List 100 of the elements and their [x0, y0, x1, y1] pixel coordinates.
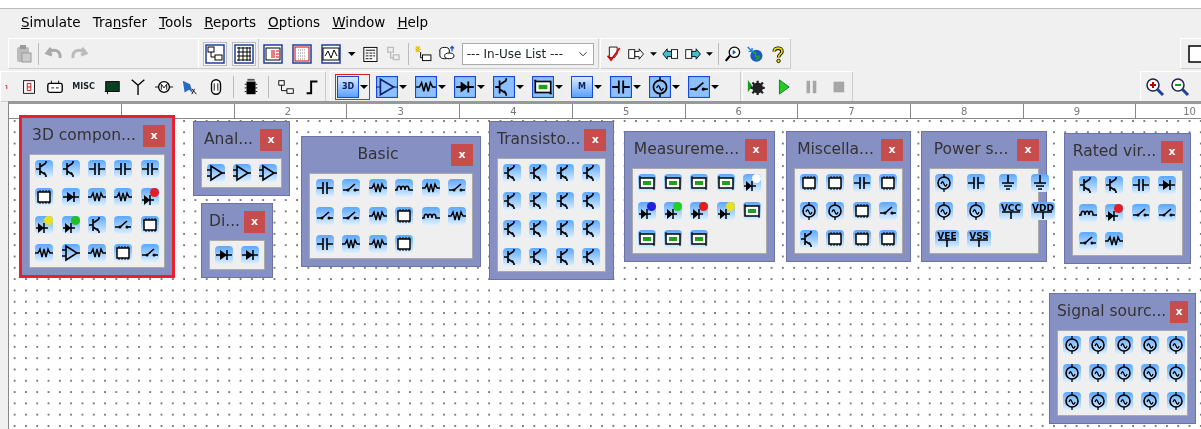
source-component-icon[interactable] — [1062, 363, 1082, 383]
resistor-component-icon[interactable] — [447, 206, 468, 226]
source-component-icon[interactable] — [1088, 391, 1108, 411]
led-component-icon[interactable] — [60, 215, 81, 235]
menu-item[interactable]: Window — [327, 9, 391, 36]
rail-component-icon[interactable]: VEE — [934, 229, 960, 249]
chip-component-icon[interactable] — [394, 234, 415, 254]
switch-component-icon[interactable] — [1130, 203, 1151, 223]
ground-component-icon[interactable] — [1030, 173, 1050, 193]
switch-component-icon[interactable] — [1157, 203, 1178, 223]
source-component-icon[interactable] — [1140, 391, 1160, 411]
chip-component-icon[interactable] — [139, 215, 160, 235]
close-button[interactable]: x — [1017, 139, 1039, 161]
design-toolbox-button[interactable] — [203, 41, 227, 66]
transistor-component-icon[interactable] — [799, 229, 820, 249]
chip-component-icon[interactable] — [877, 229, 898, 249]
transistor-component-icon[interactable] — [502, 247, 523, 267]
transistor-component-icon[interactable] — [502, 163, 523, 183]
transistor-component-icon[interactable] — [554, 219, 575, 239]
meter-component-icon[interactable] — [663, 229, 684, 249]
inductor-component-icon[interactable] — [1077, 203, 1098, 223]
component-group-button[interactable]: M — [569, 73, 604, 100]
transistor-component-icon[interactable] — [34, 159, 55, 179]
transistor-component-icon[interactable] — [502, 191, 523, 211]
transistor-component-icon[interactable] — [528, 219, 549, 239]
rail-component-icon[interactable]: VSS — [966, 229, 992, 249]
diode-component-icon[interactable] — [1157, 175, 1178, 195]
meter-component-icon[interactable] — [689, 229, 710, 249]
transistor-component-icon[interactable] — [87, 215, 107, 235]
capacitor-component-icon[interactable] — [314, 234, 335, 254]
switch-component-icon[interactable] — [113, 215, 134, 235]
source-component-icon[interactable] — [1114, 335, 1134, 355]
led-component-icon[interactable] — [34, 215, 55, 235]
ground-component-icon[interactable] — [998, 173, 1018, 193]
source-component-icon[interactable] — [934, 201, 954, 221]
source-component-icon[interactable] — [1114, 363, 1134, 383]
switch-component-icon[interactable] — [447, 178, 468, 198]
switch-component-icon[interactable] — [341, 178, 362, 198]
transistor-component-icon[interactable] — [554, 191, 575, 211]
amp-component-icon[interactable] — [60, 243, 81, 263]
led-component-icon[interactable] — [689, 201, 710, 221]
new-part-icon[interactable] — [414, 43, 433, 64]
close-button[interactable]: x — [260, 129, 282, 151]
transistor-component-icon[interactable] — [1104, 175, 1125, 195]
transistor-component-icon[interactable] — [580, 191, 601, 211]
menu-item[interactable]: Transfer — [87, 9, 152, 36]
source-component-icon[interactable] — [825, 201, 846, 221]
check-icon[interactable] — [605, 43, 623, 64]
close-button[interactable]: x — [143, 125, 165, 147]
switch-component-icon[interactable] — [877, 201, 898, 221]
zoom-out-icon[interactable] — [1170, 76, 1190, 97]
caret-icon[interactable] — [348, 51, 356, 56]
source-component-icon[interactable] — [1062, 391, 1082, 411]
meter-group-button[interactable] — [530, 73, 565, 100]
resistor-component-icon[interactable] — [341, 234, 362, 254]
resistor-component-icon[interactable] — [1104, 231, 1125, 251]
led-component-icon[interactable] — [715, 201, 736, 221]
amp-component-icon[interactable] — [206, 163, 226, 183]
rail-component-icon[interactable]: VCC — [998, 201, 1024, 221]
capacitor-component-icon[interactable] — [314, 178, 335, 198]
capacitor-component-icon[interactable] — [87, 159, 107, 179]
chip-component-icon[interactable] — [394, 206, 415, 226]
close-button[interactable]: x — [244, 211, 265, 233]
amp-group-button[interactable] — [374, 73, 409, 100]
chip-component-icon[interactable] — [825, 229, 846, 249]
capacitor-component-icon[interactable] — [966, 173, 986, 193]
inductor-component-icon[interactable] — [420, 206, 441, 226]
resistor-component-icon[interactable] — [87, 187, 107, 207]
in-use-list-dropdown[interactable]: --- In-Use List --- — [461, 42, 594, 65]
capacitor-component-icon[interactable] — [139, 159, 160, 179]
source-component-icon[interactable] — [1140, 363, 1160, 383]
search-icon[interactable] — [724, 43, 742, 64]
menu-item[interactable]: Options — [263, 9, 326, 36]
grapher-button[interactable] — [319, 41, 343, 66]
meter-component-icon[interactable] — [715, 173, 736, 193]
window-icon[interactable] — [1185, 43, 1201, 64]
transistor-component-icon[interactable] — [60, 159, 81, 179]
source-component-icon[interactable] — [1166, 391, 1186, 411]
capacitor-component-icon[interactable] — [851, 173, 872, 193]
caret-icon[interactable] — [706, 51, 714, 56]
capacitor-group-button[interactable] — [608, 73, 643, 100]
capacitor-component-icon[interactable] — [1130, 175, 1151, 195]
misc-label[interactable]: MISC — [72, 80, 95, 93]
meter-component-icon[interactable] — [741, 201, 762, 221]
chip-component-icon[interactable] — [799, 173, 820, 193]
resistor-component-icon[interactable] — [367, 178, 388, 198]
transistor-group-button[interactable] — [491, 73, 526, 100]
resistor-component-icon[interactable] — [87, 243, 107, 263]
led-component-icon[interactable] — [741, 173, 762, 193]
close-button[interactable]: x — [881, 139, 903, 161]
capacitor-component-icon[interactable] — [113, 159, 134, 179]
transistor-component-icon[interactable] — [580, 219, 601, 239]
menu-item[interactable]: Simulate — [16, 9, 86, 36]
led-component-icon[interactable] — [1104, 203, 1125, 223]
close-button[interactable]: x — [745, 139, 767, 161]
transistor-component-icon[interactable] — [502, 219, 523, 239]
led-component-icon[interactable] — [139, 187, 160, 207]
source-component-icon[interactable] — [1088, 363, 1108, 383]
meter-component-icon[interactable] — [637, 229, 658, 249]
diode-component-icon[interactable] — [60, 187, 81, 207]
